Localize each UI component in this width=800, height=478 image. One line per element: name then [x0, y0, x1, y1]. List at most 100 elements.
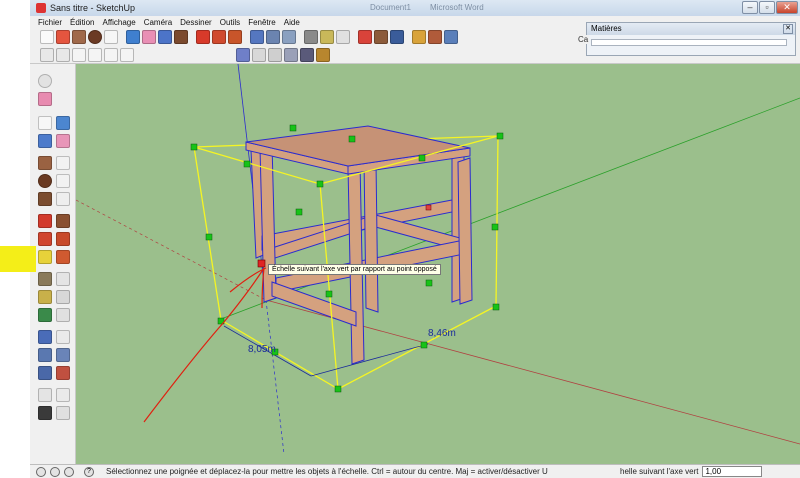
status-hint: Sélectionnez une poignée et déplacez-la …: [106, 467, 548, 476]
make-component-icon[interactable]: [126, 30, 140, 44]
orbit-icon[interactable]: [38, 330, 52, 344]
warehouse-icon[interactable]: [428, 30, 442, 44]
previous-view-icon[interactable]: [38, 366, 52, 380]
look-around-icon[interactable]: [56, 388, 70, 402]
orbit-icon[interactable]: [38, 74, 52, 88]
front-view-icon[interactable]: [72, 47, 86, 62]
section-plane-icon[interactable]: [56, 406, 70, 420]
menu-edition[interactable]: Édition: [70, 18, 94, 27]
eraser-icon[interactable]: [56, 134, 70, 148]
offset-icon[interactable]: [228, 30, 242, 44]
model-info-icon[interactable]: [38, 92, 52, 106]
make-component-icon[interactable]: [56, 116, 70, 130]
circle-icon[interactable]: [38, 174, 52, 188]
walk-icon[interactable]: [374, 30, 388, 44]
walk-icon[interactable]: [38, 406, 52, 420]
arc-icon[interactable]: [104, 30, 118, 44]
position-camera-icon[interactable]: [38, 388, 52, 402]
pan-icon[interactable]: [56, 330, 70, 344]
zoom-window-icon[interactable]: [56, 348, 70, 362]
right-view-icon[interactable]: [88, 47, 102, 62]
blue-axis-dashed: [265, 299, 285, 455]
look-around-icon[interactable]: [390, 30, 404, 44]
line-icon[interactable]: [56, 156, 70, 170]
minimize-icon[interactable]: ‒: [742, 1, 758, 14]
menu-fenetre[interactable]: Fenêtre: [248, 18, 276, 27]
zoom-icon[interactable]: [266, 30, 280, 44]
dimension-icon[interactable]: [56, 272, 70, 286]
materials-title: Matières: [587, 23, 795, 35]
move-icon[interactable]: [38, 214, 52, 228]
select-arrow-icon[interactable]: [38, 116, 52, 130]
menu-fichier[interactable]: Fichier: [38, 18, 62, 27]
menu-camera[interactable]: Caméra: [144, 18, 172, 27]
window-controls: ‒ ▫ ✕: [742, 1, 798, 14]
top-view-icon[interactable]: [56, 47, 70, 62]
credits-icon[interactable]: [50, 466, 60, 477]
shaded-icon[interactable]: [284, 47, 298, 62]
materials-slider[interactable]: [591, 39, 787, 46]
scale-icon[interactable]: [38, 250, 52, 264]
scale-tooltip: Échelle suivant l'axe vert par rapport a…: [268, 264, 441, 275]
rectangle-icon[interactable]: [72, 30, 86, 44]
close-icon[interactable]: ✕: [783, 24, 793, 34]
paint-bucket-icon[interactable]: [38, 134, 52, 148]
zoom-icon[interactable]: [38, 348, 52, 362]
back-view-icon[interactable]: [104, 47, 118, 62]
front-rail: [271, 281, 357, 327]
menu-aide[interactable]: Aide: [284, 18, 300, 27]
orbit-icon[interactable]: [250, 30, 264, 44]
zoom-extents-icon[interactable]: [56, 366, 70, 380]
circle-icon[interactable]: [88, 30, 102, 44]
rectangle-icon[interactable]: [38, 156, 52, 170]
middle-leg: [363, 157, 379, 313]
push-pull-icon[interactable]: [56, 214, 70, 228]
text-icon[interactable]: [56, 290, 70, 304]
iso-view-icon[interactable]: [40, 47, 54, 62]
menu-outils[interactable]: Outils: [220, 18, 240, 27]
hidden-line-icon[interactable]: [268, 47, 282, 62]
protractor-icon[interactable]: [38, 290, 52, 304]
wireframe-icon[interactable]: [252, 47, 266, 62]
section-plane-icon[interactable]: [412, 30, 426, 44]
monochrome-icon[interactable]: [316, 47, 330, 62]
eraser-icon[interactable]: [142, 30, 156, 44]
tape-measure-icon[interactable]: [38, 272, 52, 286]
help-icon[interactable]: ?: [84, 466, 94, 477]
menu-affichage[interactable]: Affichage: [102, 18, 135, 27]
model-info-icon[interactable]: [444, 30, 458, 44]
rotate-icon[interactable]: [38, 232, 52, 246]
freehand-icon[interactable]: [56, 192, 70, 206]
arc-icon[interactable]: [56, 174, 70, 188]
axes-icon[interactable]: [38, 308, 52, 322]
menu-dessiner[interactable]: Dessiner: [180, 18, 212, 27]
shaded-texture-icon[interactable]: [300, 47, 314, 62]
geo-location-icon[interactable]: [36, 466, 46, 477]
3d-text-icon[interactable]: [56, 308, 70, 322]
left-view-icon[interactable]: [120, 47, 134, 62]
red-axis-dashed: [76, 199, 267, 301]
pencil-icon[interactable]: [56, 30, 70, 44]
rotate-icon[interactable]: [212, 30, 226, 44]
dimension-label-left: 8,05m: [248, 344, 276, 355]
maximize-icon[interactable]: ▫: [759, 1, 775, 14]
close-icon[interactable]: ✕: [776, 1, 798, 14]
follow-me-icon[interactable]: [56, 232, 70, 246]
3d-viewport[interactable]: Échelle suivant l'axe vert par rapport a…: [76, 64, 800, 464]
user-icon[interactable]: [64, 466, 74, 477]
axes-icon[interactable]: [358, 30, 372, 44]
xray-icon[interactable]: [236, 47, 250, 62]
paint-bucket-icon[interactable]: [158, 30, 172, 44]
tape-measure-icon[interactable]: [304, 30, 318, 44]
text-icon[interactable]: [336, 30, 350, 44]
polygon-icon[interactable]: [38, 192, 52, 206]
zoom-extents-icon[interactable]: [282, 30, 296, 44]
dimension-icon[interactable]: [320, 30, 334, 44]
ghost-task-document: Document1: [370, 3, 411, 12]
offset-icon[interactable]: [56, 250, 70, 264]
push-pull-icon[interactable]: [174, 30, 188, 44]
select-arrow-icon[interactable]: [40, 30, 54, 44]
window-title: Sans titre - SketchUp: [50, 3, 136, 13]
move-icon[interactable]: [196, 30, 210, 44]
measurements-input[interactable]: [702, 466, 763, 477]
